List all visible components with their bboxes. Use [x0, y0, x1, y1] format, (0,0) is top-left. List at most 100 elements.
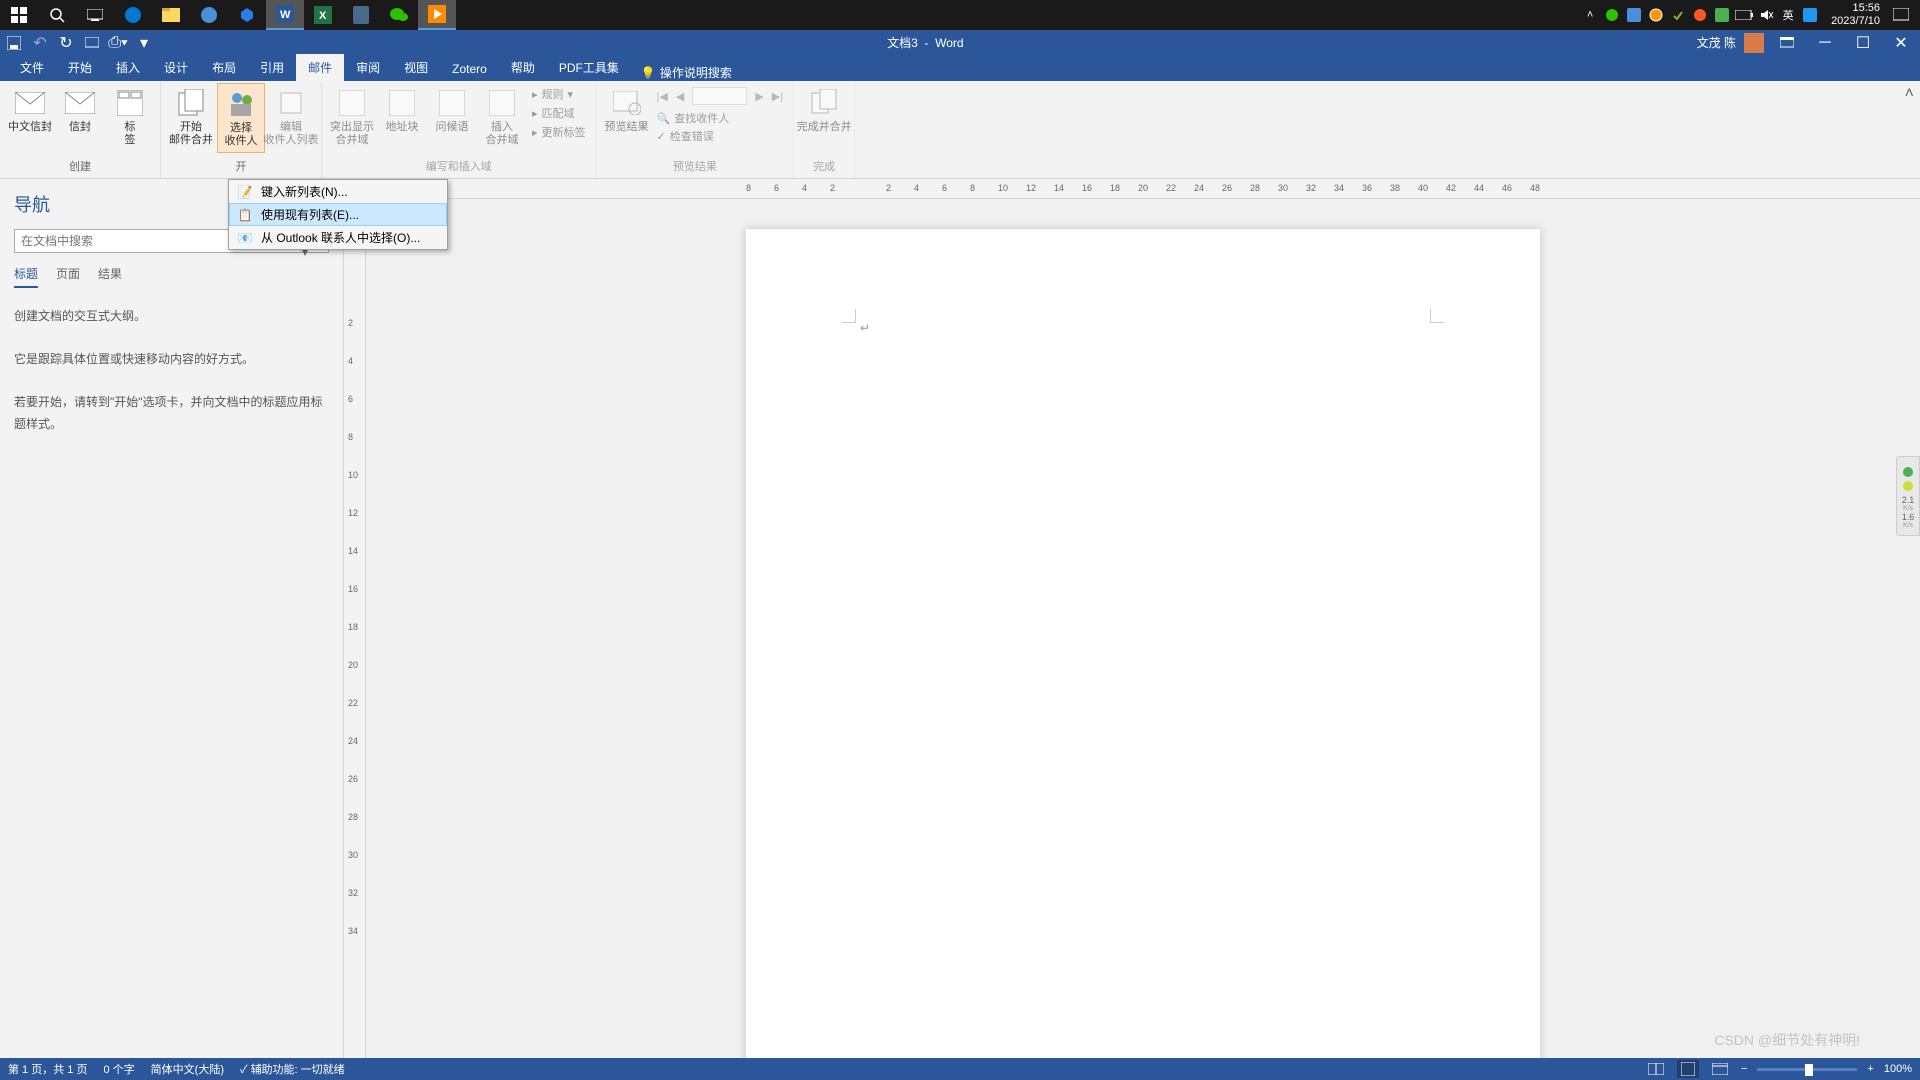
tab-references[interactable]: 引用 — [248, 54, 296, 81]
download-speed: K/s — [1899, 522, 1917, 529]
tell-me-search[interactable]: 💡 操作说明搜索 — [641, 64, 732, 81]
nav-tab-pages[interactable]: 页面 — [56, 265, 80, 288]
tab-help[interactable]: 帮助 — [499, 54, 547, 81]
menu-type-new-list[interactable]: 📝键入新列表(N)... — [229, 180, 447, 203]
zoom-slider[interactable] — [1757, 1068, 1857, 1071]
menu-use-existing-list[interactable]: 📋使用现有列表(E)... — [229, 203, 447, 226]
search-icon[interactable] — [38, 0, 76, 30]
edit-recipients-button[interactable]: 编辑 收件人列表 — [267, 83, 315, 153]
tray-icon-2[interactable] — [1623, 0, 1645, 30]
notification-icon[interactable] — [1890, 0, 1912, 30]
calculator-icon[interactable] — [342, 0, 380, 30]
nav-tab-headings[interactable]: 标题 — [14, 265, 38, 288]
vertical-ruler[interactable]: 2246810121416182022242628303234 — [344, 179, 366, 1058]
envelope-button[interactable]: 信封 — [56, 83, 104, 151]
start-button[interactable] — [0, 0, 38, 30]
find-recipient-button[interactable]: 🔍 查找收件人 — [653, 109, 788, 127]
comments-button[interactable] — [1896, 58, 1912, 72]
group-label-write: 编写和插入域 — [328, 158, 590, 176]
battery-icon[interactable] — [1733, 0, 1755, 30]
match-fields-button[interactable]: ▸ 匹配域 — [528, 104, 590, 122]
edge-icon[interactable] — [114, 0, 152, 30]
insert-merge-field-button[interactable]: 插入 合并域 — [478, 83, 526, 151]
select-recipients-button[interactable]: 选择 收件人 — [217, 83, 265, 153]
app-icon-3[interactable] — [418, 0, 456, 30]
maximize-button[interactable]: ☐ — [1848, 33, 1878, 53]
excel-icon[interactable]: X — [304, 0, 342, 30]
clock[interactable]: 15:56 2023/7/10 — [1821, 2, 1890, 28]
taskview-icon[interactable] — [76, 0, 114, 30]
horizontal-ruler[interactable]: 8642246810121416182022242628303234363840… — [366, 179, 1920, 199]
document-canvas[interactable]: ↵ — [366, 179, 1920, 1058]
page[interactable]: ↵ — [746, 229, 1540, 1058]
undo-button[interactable]: ↶ — [30, 33, 50, 53]
accessibility-indicator[interactable]: ✓ 辅助功能: 一切就绪 — [240, 1061, 345, 1077]
wechat-icon[interactable] — [380, 0, 418, 30]
tab-layout[interactable]: 布局 — [200, 54, 248, 81]
tab-mailings[interactable]: 邮件 — [296, 54, 344, 81]
greeting-button[interactable]: 问候语 — [428, 83, 476, 151]
page-indicator[interactable]: 第 1 页，共 1 页 — [8, 1061, 87, 1077]
check-errors-button[interactable]: ✓ 检查错误 — [653, 127, 788, 145]
preview-results-button[interactable]: 预览结果 — [603, 83, 651, 145]
first-record-button[interactable]: |◀ — [657, 90, 668, 103]
qat-more-button[interactable]: ▾ — [134, 33, 154, 53]
next-record-button[interactable]: ▶ — [755, 90, 763, 103]
tab-home[interactable]: 开始 — [56, 54, 104, 81]
print-layout-button[interactable] — [1677, 1060, 1699, 1078]
tab-pdf[interactable]: PDF工具集 — [547, 54, 631, 81]
labels-button[interactable]: 标 签 — [106, 83, 154, 151]
tray-icon-7[interactable] — [1799, 0, 1821, 30]
tray-icon-4[interactable] — [1667, 0, 1689, 30]
ribbon-display-button[interactable] — [1772, 33, 1802, 53]
menu-outlook-contacts[interactable]: 📧从 Outlook 联系人中选择(O)... — [229, 226, 447, 249]
word-count[interactable]: 0 个字 — [103, 1061, 134, 1077]
tab-insert[interactable]: 插入 — [104, 54, 152, 81]
nav-tab-results[interactable]: 结果 — [98, 265, 122, 288]
tab-zotero[interactable]: Zotero — [440, 57, 499, 81]
app-icon-1[interactable] — [190, 0, 228, 30]
tray-icon-5[interactable] — [1689, 0, 1711, 30]
tab-review[interactable]: 审阅 — [344, 54, 392, 81]
qat-btn-1[interactable] — [82, 33, 102, 53]
tray-icon-1[interactable] — [1601, 0, 1623, 30]
tab-design[interactable]: 设计 — [152, 54, 200, 81]
update-labels-button[interactable]: ▸ 更新标签 — [528, 123, 590, 141]
zoom-out-button[interactable]: − — [1741, 1063, 1747, 1075]
finish-merge-button[interactable]: 完成并合并 — [800, 83, 848, 138]
tray-icon-3[interactable] — [1645, 0, 1667, 30]
rules-button[interactable]: ▸ 规则 ▾ — [528, 85, 590, 103]
zoom-in-button[interactable]: + — [1867, 1063, 1873, 1075]
user-avatar[interactable] — [1744, 33, 1764, 53]
chevron-up-icon[interactable]: ˄ — [1579, 0, 1601, 30]
network-widget[interactable]: 2.1 K/s 1.6 K/s — [1896, 456, 1920, 536]
cn-envelope-button[interactable]: 中文信封 — [6, 83, 54, 151]
word-icon[interactable]: W — [266, 0, 304, 30]
read-mode-button[interactable] — [1645, 1060, 1667, 1078]
ime-indicator[interactable]: 英 — [1777, 0, 1799, 30]
tray-icon-6[interactable] — [1711, 0, 1733, 30]
web-layout-button[interactable] — [1709, 1060, 1731, 1078]
language-indicator[interactable]: 简体中文(大陆) — [151, 1061, 224, 1077]
redo-button[interactable]: ↻ — [56, 33, 76, 53]
start-mail-merge-button[interactable]: 开始 邮件合并 — [167, 83, 215, 153]
outlook-icon: 📧 — [237, 230, 253, 246]
app-icon-2[interactable] — [228, 0, 266, 30]
clock-date: 2023/7/10 — [1831, 15, 1880, 28]
collapse-ribbon-button[interactable]: ˄ — [1905, 85, 1914, 103]
last-record-button[interactable]: ▶| — [772, 90, 783, 103]
record-number-field[interactable] — [692, 87, 747, 105]
explorer-icon[interactable] — [152, 0, 190, 30]
prev-record-button[interactable]: ◀ — [676, 90, 684, 103]
tab-file[interactable]: 文件 — [8, 54, 56, 81]
address-block-button[interactable]: 地址块 — [378, 83, 426, 151]
tab-view[interactable]: 视图 — [392, 54, 440, 81]
volume-icon[interactable] — [1755, 0, 1777, 30]
close-button[interactable]: ✕ — [1886, 33, 1916, 53]
qat-btn-2[interactable]: ⎙▾ — [108, 33, 128, 53]
group-label-finish: 完成 — [800, 158, 848, 176]
highlight-fields-button[interactable]: 突出显示 合并域 — [328, 83, 376, 151]
zoom-level[interactable]: 100% — [1884, 1063, 1912, 1075]
save-button[interactable] — [4, 33, 24, 53]
minimize-button[interactable]: ─ — [1810, 33, 1840, 53]
